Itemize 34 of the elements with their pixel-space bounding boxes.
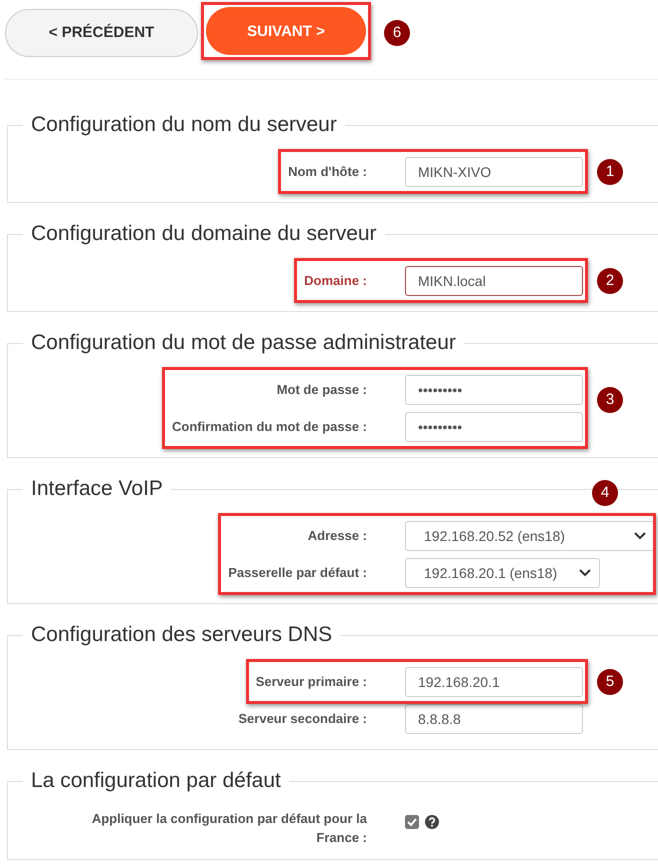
field-label: Mot de passe : [276, 382, 367, 397]
field-label: Passerelle par défaut : [228, 565, 367, 580]
number-badge: 4 [592, 480, 618, 506]
text-field[interactable]: 192.168.20.1 [405, 666, 583, 696]
help-icon[interactable] [425, 815, 439, 829]
number-badge: 1 [597, 158, 623, 184]
number-badge: 6 [384, 20, 410, 46]
section-title: Configuration du mot de passe administrateur [30, 331, 457, 355]
chevron-icon [579, 568, 591, 576]
field-label: Serveur primaire : [256, 674, 367, 689]
number-badge: 2 [597, 268, 623, 294]
select-field[interactable]: 192.168.20.1 (ens18) [405, 558, 600, 588]
text-field[interactable]: MIKN-XIVO [405, 156, 583, 186]
field-label: Domaine : [304, 273, 367, 288]
section-title: La configuration par défaut [30, 769, 282, 793]
checkbox[interactable] [405, 815, 419, 829]
text-field[interactable]: MIKN.local [405, 266, 583, 296]
chevron-icon [634, 532, 646, 540]
field-label: Appliquer la configuration par défaut pour la France : [92, 811, 367, 845]
field-label: Confirmation du mot de passe : [172, 419, 367, 434]
number-badge: 3 [597, 386, 623, 412]
field-label: Adresse : [308, 528, 367, 543]
text-field[interactable]: 8.8.8.8 [405, 704, 583, 734]
field-label: Serveur secondaire : [238, 711, 367, 726]
field-label: Nom d'hôte : [288, 164, 367, 179]
section-title: Interface VoIP [30, 477, 164, 501]
section-title: Configuration des serveurs DNS [30, 623, 334, 647]
previous-button[interactable]: < PRÉCÉDENT [5, 8, 198, 56]
select-field[interactable]: 192.168.20.52 (ens18) [405, 520, 655, 550]
number-badge: 5 [597, 668, 623, 694]
section-title: Configuration du domaine du serveur [30, 222, 378, 246]
section-title: Configuration du nom du serveur [30, 113, 338, 137]
password-field[interactable]: ••••••••• [405, 412, 583, 442]
password-field[interactable]: ••••••••• [405, 374, 583, 404]
